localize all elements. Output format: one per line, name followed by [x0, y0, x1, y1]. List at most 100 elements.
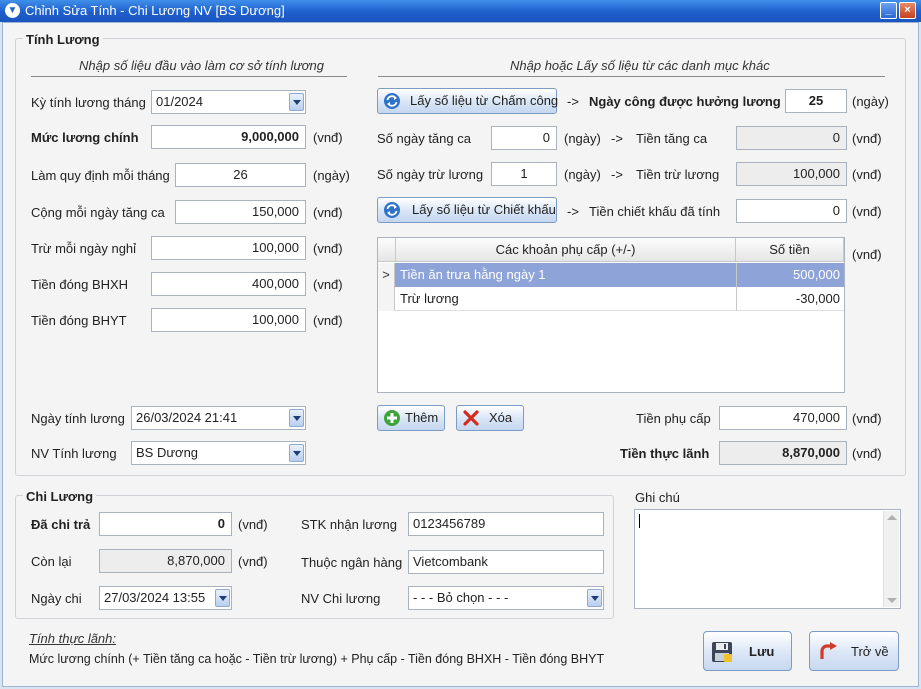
muc-luong-chinh-label: Mức lương chính — [31, 130, 139, 145]
so-ngay-tang-ca-input[interactable]: 0 — [491, 126, 557, 150]
lay-cham-cong-label: Lấy số liệu từ Chấm công — [410, 93, 559, 108]
muc-luong-chinh-unit: (vnđ) — [313, 130, 343, 145]
so-ngay-tang-ca-unit: (ngày) — [564, 131, 601, 146]
left-caption-rule — [31, 76, 347, 77]
save-button[interactable]: Lưu — [703, 631, 792, 671]
row-name: Tiền ăn trưa hằng ngày 1 — [400, 267, 546, 282]
text-cursor — [639, 514, 640, 528]
chevron-down-icon[interactable] — [587, 589, 602, 607]
table-row[interactable]: > Tiền ăn trưa hằng ngày 1 500,000 — [378, 263, 844, 287]
nv-tinh-luong-select[interactable]: BS Dương — [131, 441, 306, 465]
con-lai-value: 8,870,000 — [99, 549, 232, 573]
left-caption: Nhập số liệu đầu vào làm cơ sở tính lươn… — [79, 58, 324, 73]
row-amount: 500,000 — [736, 263, 840, 287]
nv-chi-luong-label: NV Chi lương — [301, 591, 381, 606]
da-chi-tra-label: Đã chi trả — [31, 517, 91, 532]
grid-header-name[interactable]: Các khoản phụ cấp (+/-) — [396, 238, 736, 262]
delete-icon — [463, 410, 479, 426]
nv-tinh-luong-value: BS Dương — [136, 445, 199, 460]
them-button[interactable]: Thêm — [377, 405, 445, 431]
stk-input[interactable]: 0123456789 — [408, 512, 604, 536]
back-button[interactable]: Trở về — [809, 631, 899, 671]
phu-cap-grid[interactable]: Các khoản phụ cấp (+/-) Số tiền > Tiền ă… — [377, 237, 845, 393]
formula-text: Mức lương chính (+ Tiền tăng ca hoặc - T… — [29, 652, 605, 666]
chevron-down-icon[interactable] — [289, 93, 304, 111]
so-ngay-tru-luong-input[interactable]: 1 — [491, 162, 557, 186]
scroll-up-icon[interactable] — [887, 515, 897, 520]
tinh-luong-title: Tính Lương — [23, 32, 103, 47]
lay-chiet-khau-label: Lấy số liệu từ Chiết khấu — [412, 202, 556, 217]
grid-corner — [378, 238, 396, 262]
tien-tang-ca-unit: (vnđ) — [852, 131, 882, 146]
tien-phu-cap-input[interactable]: 470,000 — [719, 406, 847, 430]
bhxh-input[interactable]: 400,000 — [151, 272, 306, 296]
muc-luong-chinh-input[interactable]: 9,000,000 — [151, 125, 306, 149]
window-title: Chỉnh Sửa Tính - Chi Lương NV [BS Dương] — [25, 3, 285, 18]
ngay-tinh-luong-value: 26/03/2024 21:41 — [136, 410, 238, 425]
ngay-cong-input[interactable]: 25 — [785, 89, 847, 113]
close-button[interactable]: × — [899, 2, 916, 19]
cham-cong-arrow: -> — [567, 94, 579, 109]
chiet-khau-arrow: -> — [567, 204, 579, 219]
ky-tinh-luong-value: 01/2024 — [156, 94, 203, 109]
ngay-chi-value: 27/03/2024 13:55 — [104, 590, 206, 605]
nv-tinh-luong-label: NV Tính lương — [31, 446, 117, 461]
tien-phu-cap-unit: (vnđ) — [852, 411, 882, 426]
lay-cham-cong-button[interactable]: Lấy số liệu từ Chấm công — [377, 88, 559, 114]
lay-chiet-khau-button[interactable]: Lấy số liệu từ Chiết khấu — [377, 197, 557, 223]
scroll-down-icon[interactable] — [887, 598, 897, 603]
cong-tang-ca-label: Cộng mỗi ngày tăng ca — [31, 205, 165, 220]
title-bar: ▼ Chỉnh Sửa Tính - Chi Lương NV [BS Dươn… — [0, 0, 921, 22]
da-chi-tra-input[interactable]: 0 — [99, 512, 232, 536]
so-ngay-tru-luong-unit: (ngày) — [564, 167, 601, 182]
ky-tinh-luong-select[interactable]: 01/2024 — [151, 90, 306, 114]
edit-salary-window: ▼ Chỉnh Sửa Tính - Chi Lương NV [BS Dươn… — [0, 0, 921, 689]
ghi-chu-textarea[interactable] — [634, 509, 901, 609]
refresh-icon — [384, 202, 400, 218]
bhxh-unit: (vnđ) — [313, 277, 343, 292]
nv-chi-luong-select[interactable]: - - - Bỏ chọn - - - — [408, 586, 604, 610]
back-label: Trở về — [851, 644, 889, 659]
chi-luong-title: Chi Lương — [23, 489, 97, 504]
ngay-tinh-luong-label: Ngày tính lương — [31, 411, 125, 426]
ky-tinh-luong-label: Kỳ tính lương tháng — [31, 95, 146, 110]
ghi-chu-label: Ghi chú — [635, 490, 680, 505]
tien-thuc-lanh-value: 8,870,000 — [719, 441, 847, 465]
so-ngay-tru-luong-label: Số ngày trừ lương — [377, 167, 484, 182]
app-icon: ▼ — [5, 3, 20, 18]
ngay-cong-unit: (ngày) — [852, 94, 889, 109]
tien-tru-luong-unit: (vnđ) — [852, 167, 882, 182]
tien-tang-ca-value: 0 — [736, 126, 847, 150]
right-caption-rule — [378, 76, 885, 77]
ngay-chi-label: Ngày chi — [31, 591, 82, 606]
ngan-hang-label: Thuộc ngân hàng — [301, 555, 403, 570]
cong-tang-ca-input[interactable]: 150,000 — [175, 200, 306, 224]
tien-phu-cap-label: Tiền phụ cấp — [636, 411, 711, 426]
ngay-chi-picker[interactable]: 27/03/2024 13:55 — [99, 586, 232, 610]
tru-ngay-nghi-input[interactable]: 100,000 — [151, 236, 306, 260]
xoa-button[interactable]: Xóa — [456, 405, 524, 431]
form-body: Tính Lương Nhập số liệu đầu vào làm cơ s… — [2, 22, 919, 687]
grid-header-amount[interactable]: Số tiền — [736, 238, 844, 262]
bhyt-input[interactable]: 100,000 — [151, 308, 306, 332]
chevron-down-icon[interactable] — [289, 409, 304, 427]
tien-tang-ca-label: Tiền tăng ca — [636, 131, 708, 146]
ngay-tinh-luong-picker[interactable]: 26/03/2024 21:41 — [131, 406, 306, 430]
so-ngay-tang-ca-label: Số ngày tăng ca — [377, 131, 471, 146]
row-name: Trừ lương — [400, 291, 459, 306]
con-lai-unit: (vnđ) — [238, 554, 268, 569]
lam-quy-dinh-unit: (ngày) — [313, 168, 350, 183]
ghi-chu-scrollbar[interactable] — [883, 511, 899, 607]
lam-quy-dinh-input[interactable]: 26 — [175, 163, 306, 187]
da-chi-tra-unit: (vnđ) — [238, 517, 268, 532]
row-indicator: > — [378, 263, 395, 287]
nv-chi-luong-value: - - - Bỏ chọn - - - — [413, 590, 509, 605]
ngan-hang-input[interactable]: Vietcombank — [408, 550, 604, 574]
chiet-khau-input[interactable]: 0 — [736, 199, 847, 223]
table-row[interactable]: Trừ lương -30,000 — [378, 287, 844, 311]
tien-thuc-lanh-unit: (vnđ) — [852, 446, 882, 461]
tru-ngay-nghi-unit: (vnđ) — [313, 241, 343, 256]
chevron-down-icon[interactable] — [215, 589, 230, 607]
chevron-down-icon[interactable] — [289, 444, 304, 462]
minimize-button[interactable]: _ — [880, 2, 897, 19]
